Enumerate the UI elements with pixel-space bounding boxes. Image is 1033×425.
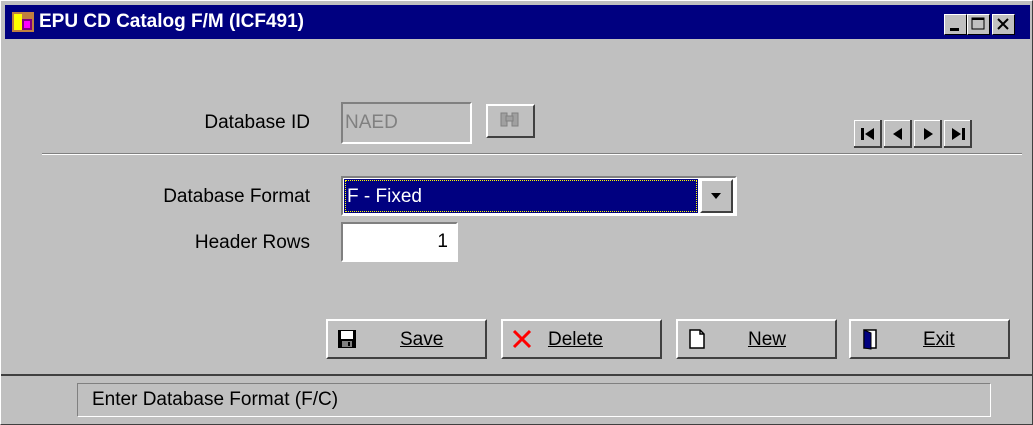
separator [42, 153, 1022, 155]
exit-button[interactable]: Exit [849, 319, 1010, 359]
last-record-button[interactable] [944, 120, 972, 148]
close-icon [997, 18, 1009, 30]
previous-record-button[interactable] [884, 120, 912, 148]
database-id-label: Database ID [204, 112, 310, 133]
new-label: New [748, 329, 787, 350]
close-button[interactable] [992, 14, 1015, 35]
next-record-button[interactable] [914, 120, 942, 148]
delete-button[interactable]: Delete [501, 319, 662, 359]
exit-label: Exit [923, 329, 955, 350]
header-rows-field[interactable]: 1 [341, 222, 458, 262]
header-rows-value: 1 [437, 231, 448, 252]
database-format-select[interactable]: F - Fixed [341, 176, 737, 216]
lookup-button[interactable] [486, 104, 535, 138]
minimize-icon [950, 28, 959, 31]
minimize-button[interactable] [944, 14, 967, 35]
status-bar: Enter Database Format (F/C) [77, 383, 991, 417]
app-window: EPU CD Catalog F/M (ICF491) Database ID … [0, 0, 1033, 425]
title-bar[interactable]: EPU CD Catalog F/M (ICF491) [5, 5, 1030, 39]
dropdown-button[interactable] [700, 179, 733, 213]
binoculars-icon [500, 112, 519, 127]
exit-door-icon [863, 329, 877, 350]
database-format-value: F - Fixed [347, 186, 422, 207]
first-record-button[interactable] [854, 120, 882, 148]
save-button[interactable]: Save [326, 319, 487, 359]
delete-icon [512, 329, 532, 349]
app-icon[interactable] [11, 11, 35, 33]
database-format-label: Database Format [163, 186, 310, 207]
status-separator [1, 374, 1032, 376]
database-id-value: NAED [345, 112, 398, 133]
new-document-icon [689, 329, 705, 349]
save-icon [338, 330, 356, 348]
maximize-button[interactable] [967, 14, 990, 35]
maximize-icon [971, 17, 985, 30]
database-format-selection: F - Fixed [344, 179, 698, 213]
new-button[interactable]: New [676, 319, 837, 359]
delete-label: Delete [548, 329, 603, 350]
window-title: EPU CD Catalog F/M (ICF491) [39, 11, 304, 32]
chevron-down-icon [711, 193, 721, 199]
save-label: Save [400, 329, 444, 350]
status-text: Enter Database Format (F/C) [92, 389, 339, 410]
header-rows-label: Header Rows [194, 232, 310, 253]
database-id-field[interactable]: NAED [341, 102, 472, 144]
